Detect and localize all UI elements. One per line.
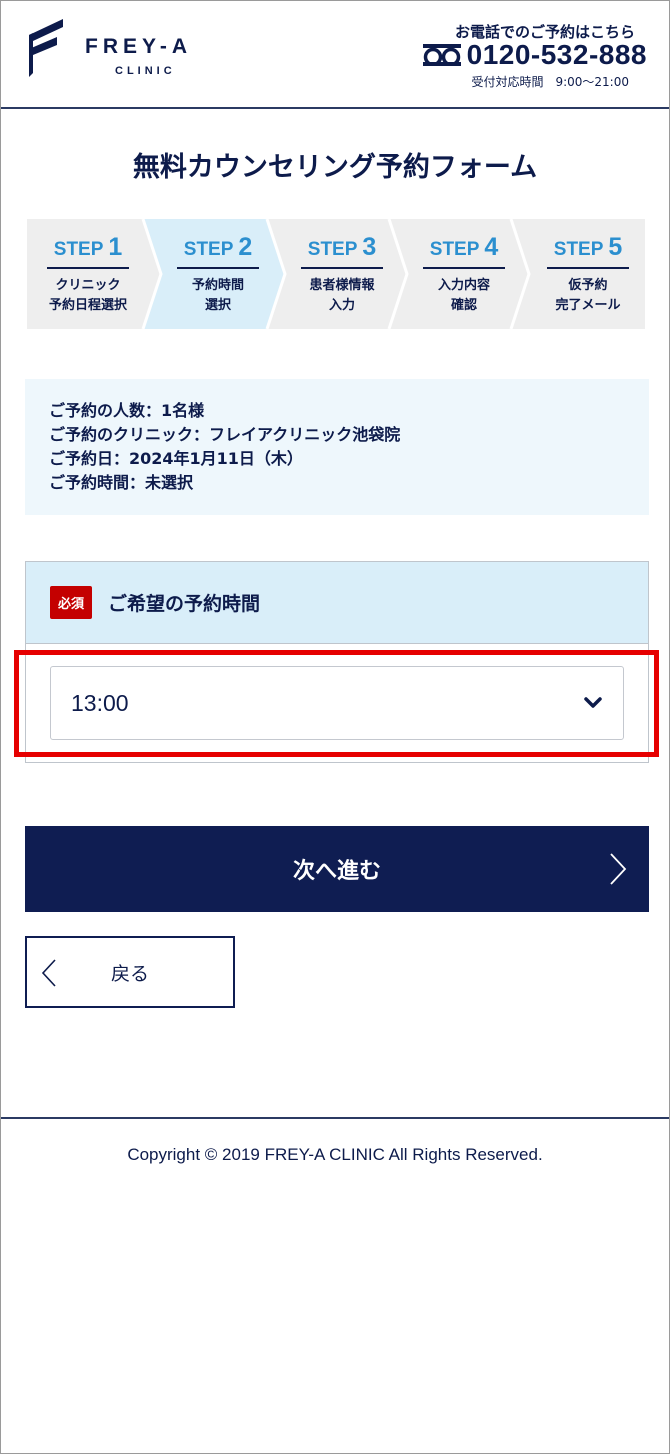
preferred-time-label: ご希望の予約時間 [108, 593, 261, 615]
back-button-label: 戻る [110, 962, 149, 985]
summary-people: ご予約の人数：1名様 [49, 401, 205, 420]
freedial-icon [422, 44, 461, 66]
back-button[interactable]: 戻る [25, 936, 235, 1008]
step-label: 患者様情報 入力 [309, 278, 375, 313]
tel-hours: 受付対応時間 9:00〜21:00 [471, 75, 629, 89]
page-frame: FREY-A CLINIC お電話でのご予約はこちら 0120-532-888 … [0, 0, 670, 1454]
site-header: FREY-A CLINIC お電話でのご予約はこちら 0120-532-888 … [1, 1, 669, 109]
footer-divider [1, 1117, 669, 1119]
next-button-label: 次へ進む [292, 859, 381, 884]
step-number: STEP 4 [429, 233, 499, 261]
step-number: STEP 3 [307, 233, 377, 261]
step-number: STEP 2 [183, 233, 253, 261]
next-button[interactable]: 次へ進む [25, 826, 649, 912]
preferred-time-header: 必須 ご希望の予約時間 [26, 562, 648, 644]
chevron-left-icon [41, 959, 56, 987]
summary-time: ご予約時間：未選択 [49, 473, 194, 492]
step-number: STEP 1 [53, 233, 123, 261]
tel-number[interactable]: 0120-532-888 [467, 39, 647, 71]
step-2: STEP 2 予約時間 選択 [163, 219, 273, 329]
step-3: STEP 3 患者様情報 入力 [287, 219, 397, 329]
step-label: 入力内容 確認 [437, 278, 490, 313]
reservation-summary: ご予約の人数：1名様 ご予約のクリニック：フレイアクリニック池袋院 ご予約日：2… [25, 379, 649, 515]
summary-date: ご予約日：2024年1月11日（木） [49, 449, 303, 468]
logo-name: FREY-A [85, 35, 193, 58]
required-badge: 必須 [50, 586, 93, 619]
frey-a-logo-icon [29, 19, 63, 77]
step-number: STEP 5 [553, 233, 623, 261]
summary-clinic: ご予約のクリニック：フレイアクリニック池袋院 [49, 425, 401, 444]
step-4: STEP 4 入力内容 確認 [409, 219, 519, 329]
step-progress: STEP 1 クリニック 予約日程選択 STEP 2 予約時間 選択 STEP … [27, 219, 645, 329]
page-title: 無料カウンセリング予約フォーム [132, 152, 538, 183]
tel-link[interactable]: 0120-532-888 [422, 39, 647, 71]
step-5: STEP 5 仮予約 完了メール [533, 219, 643, 329]
step-label: クリニック 予約日程選択 [48, 278, 127, 313]
copyright: Copyright © 2019 FREY-A CLINIC All Right… [127, 1145, 543, 1164]
step-label: 予約時間 選択 [191, 278, 244, 313]
step-label: 仮予約 完了メール [555, 278, 621, 313]
step-1: STEP 1 クリニック 予約日程選択 [33, 219, 143, 329]
logo-subtitle: CLINIC [115, 65, 176, 77]
chevron-right-icon [610, 853, 627, 885]
highlight-box [14, 650, 659, 757]
